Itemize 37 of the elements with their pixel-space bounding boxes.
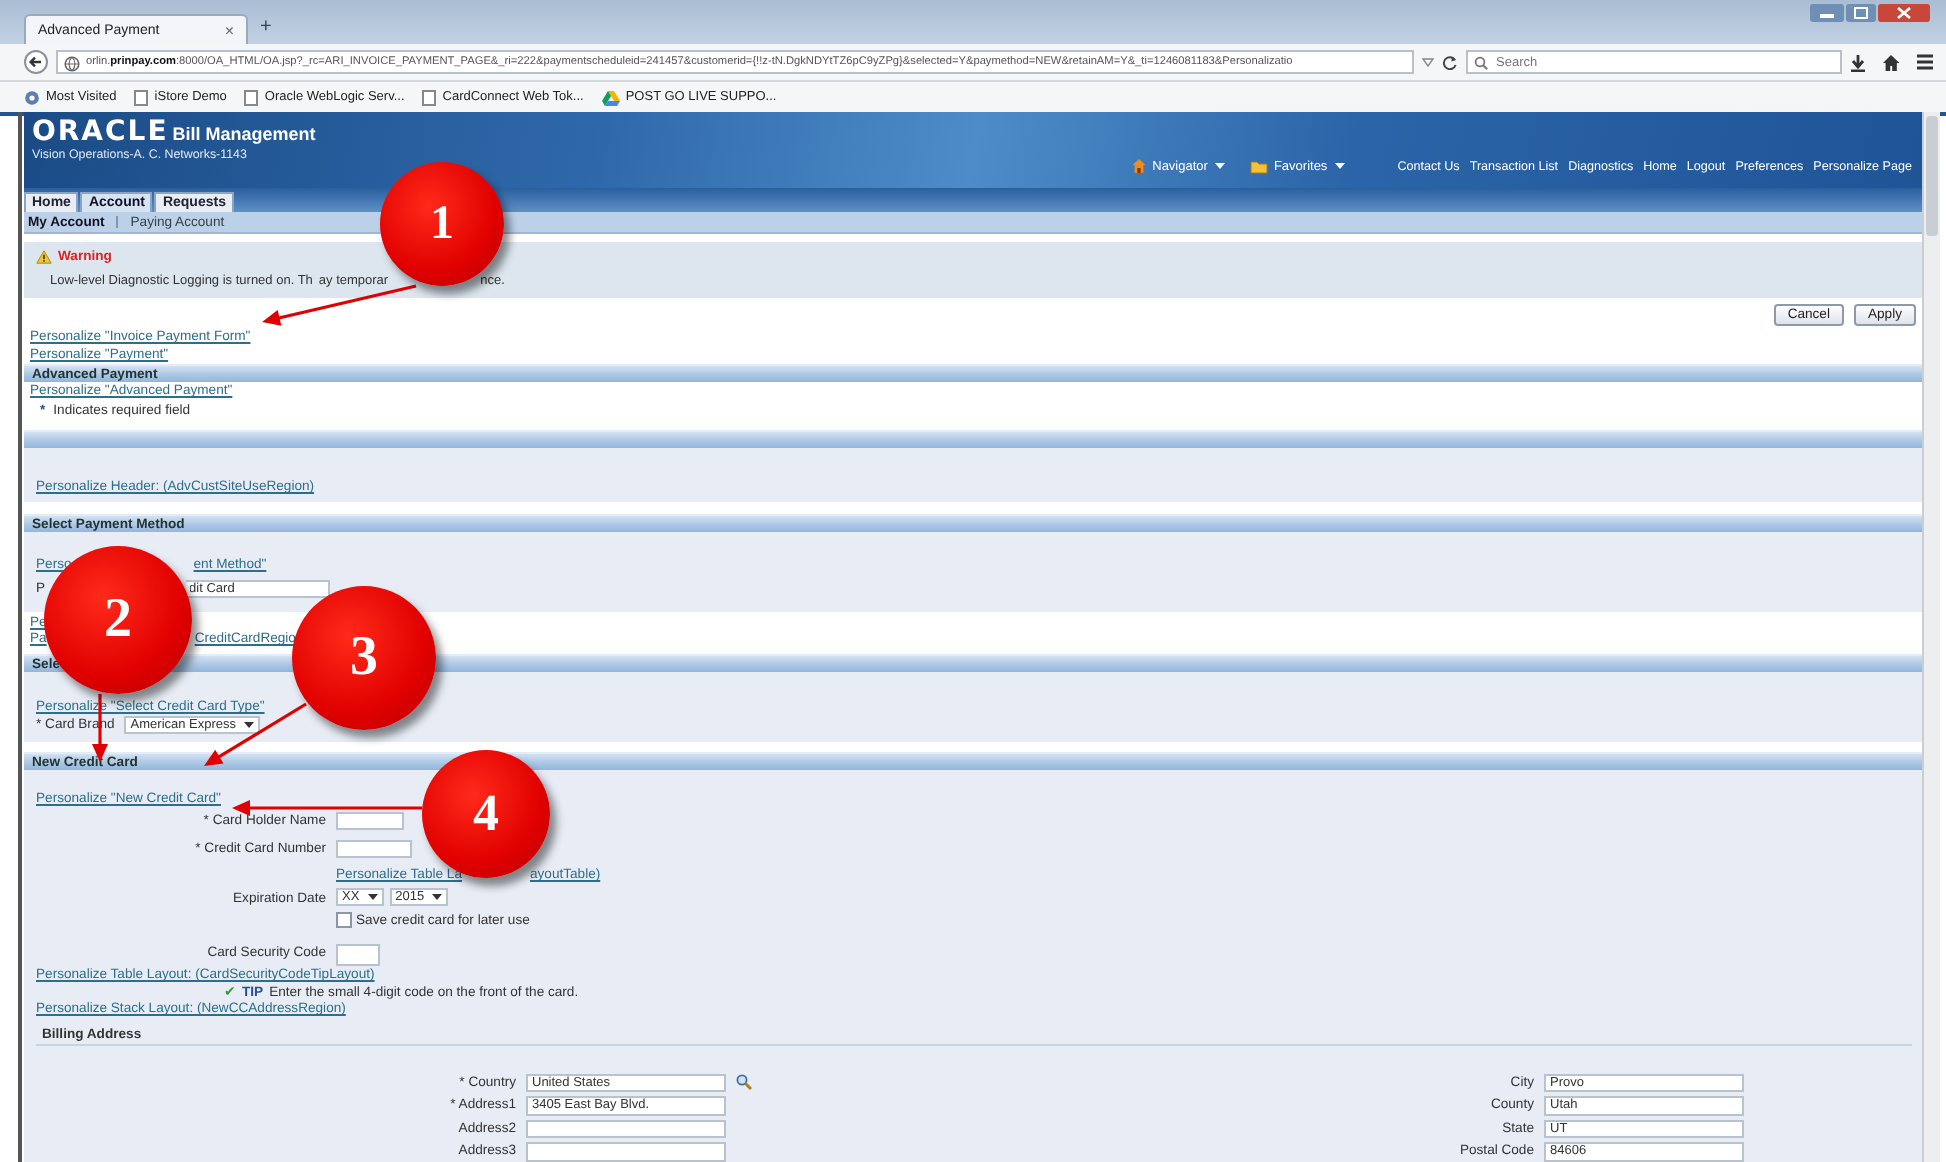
page-icon	[244, 89, 259, 105]
triangle-icon	[601, 89, 620, 105]
page-icon	[422, 89, 437, 105]
checkbox[interactable]	[336, 912, 352, 928]
search-icon[interactable]	[736, 1074, 752, 1091]
address-field[interactable]	[526, 1119, 726, 1138]
caret-icon	[432, 894, 443, 900]
address-bar[interactable]	[56, 50, 1414, 74]
logo-text: ORACLE	[32, 118, 169, 146]
scrollbar-thumb[interactable]	[1926, 116, 1938, 236]
caret-icon	[1213, 162, 1226, 170]
caret-icon	[244, 722, 255, 728]
maximize-icon[interactable]	[1846, 4, 1876, 22]
folder-icon	[1249, 159, 1268, 173]
page-icon	[134, 89, 149, 105]
security-code-field[interactable]	[336, 944, 380, 966]
home-icon[interactable]	[1882, 53, 1900, 71]
card-number-field[interactable]	[336, 840, 412, 858]
product-name: Bill Management	[172, 124, 316, 144]
tab-close-button[interactable]: ×	[224, 21, 234, 39]
minimize-icon[interactable]	[1810, 4, 1844, 22]
card-holder-field[interactable]	[336, 812, 404, 830]
address-field[interactable]	[526, 1142, 726, 1161]
new-tab-button[interactable]: +	[260, 16, 272, 38]
reload-icon[interactable]	[1442, 54, 1458, 70]
menu-icon[interactable]	[1916, 54, 1934, 70]
download-icon[interactable]	[1850, 53, 1866, 71]
house-icon	[1132, 158, 1147, 174]
search-icon	[1474, 55, 1488, 69]
close-icon[interactable]	[1878, 4, 1930, 22]
warning-icon	[36, 250, 52, 264]
globe-icon	[64, 55, 80, 71]
caret-icon	[1333, 162, 1346, 170]
dropdown-icon[interactable]	[1422, 56, 1434, 68]
back-icon[interactable]	[24, 50, 48, 74]
caret-icon	[367, 894, 378, 900]
scrollbar[interactable]	[1922, 112, 1940, 1162]
